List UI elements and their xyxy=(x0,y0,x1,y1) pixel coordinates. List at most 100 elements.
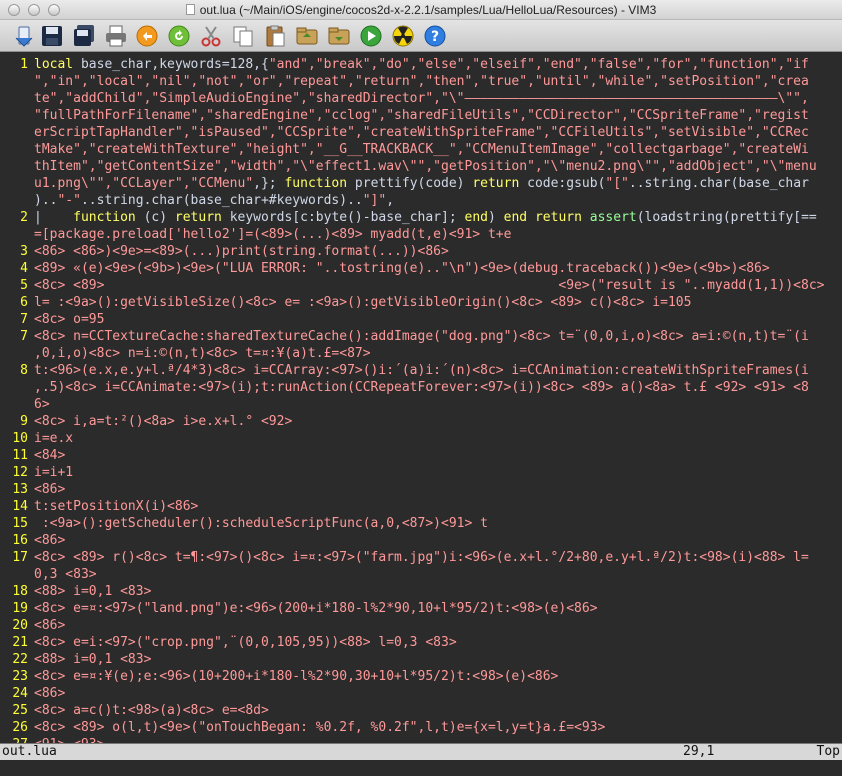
code-line[interactable]: 13 <86> xyxy=(0,481,842,498)
code-line[interactable]: 7 <8c> o=95 xyxy=(0,311,842,328)
code-line[interactable]: 27 <91> <93> xyxy=(0,736,842,743)
code-text: <86> xyxy=(34,617,842,634)
code-line[interactable]: 14 t:setPositionX(i)<86> xyxy=(0,498,842,515)
code-line[interactable]: 8 t:<96>(e.x,e.y+l.ª/4*3)<8c> i=CCArray:<… xyxy=(0,362,842,379)
code-token: return xyxy=(174,210,230,225)
code-line[interactable]: 16 <86> xyxy=(0,532,842,549)
code-text: i=e.x xyxy=(34,430,842,447)
code-line[interactable]: 6> xyxy=(0,396,842,413)
code-token: i=i+1 xyxy=(34,465,74,480)
line-number: 4 xyxy=(20,261,28,276)
code-line[interactable]: erScriptTapHandler","isPaused","CCSprite… xyxy=(0,124,842,141)
code-token: <86> xyxy=(34,533,66,548)
redo-icon[interactable] xyxy=(167,24,191,48)
code-line[interactable]: 4 <89> «(e)<9e>(<9b>)<9e>("LUA ERROR: "..… xyxy=(0,260,842,277)
code-line[interactable]: 2 | function (c) return keywords[c:byte()… xyxy=(0,209,842,226)
code-token: i=e.x xyxy=(34,431,74,446)
code-line[interactable]: 22 <88> i=0,1 <83> xyxy=(0,651,842,668)
save-session-icon[interactable] xyxy=(327,24,351,48)
code-text: <8c> n=CCTextureCache:sharedTextureCache… xyxy=(34,328,842,345)
code-text: =[package.preload['hello2']=(<89>(...)<8… xyxy=(34,226,842,243)
code-token: , xyxy=(386,193,402,208)
code-token: ,.5)<8c> i=CCAnimate:<97>(i);t:runAction… xyxy=(34,380,809,395)
cut-icon[interactable] xyxy=(199,24,223,48)
code-line[interactable]: 23 <8c> e=¤:¥(e);e:<96>(10+200+i*180-l%2*… xyxy=(0,668,842,685)
code-line[interactable]: 25 <8c> a=c()t:<98>(a)<8c> e=<8d> xyxy=(0,702,842,719)
code-text: 0,3 <83> xyxy=(34,566,842,583)
code-text: <88> i=0,1 <83> xyxy=(34,583,842,600)
code-text: <8c> e=i:<97>("crop.png",¨(0,0,105,95))<… xyxy=(34,634,842,651)
undo-icon[interactable] xyxy=(135,24,159,48)
line-number: 13 xyxy=(12,482,28,497)
code-line[interactable]: 3 <86> <86>)<9e>=<89>(...)print(string.fo… xyxy=(0,243,842,260)
code-line[interactable]: 24 <86> xyxy=(0,685,842,702)
help-icon[interactable]: ? xyxy=(423,24,447,48)
code-line[interactable]: 26 <8c> <89> o(l,t)<9e>("onTouchBegan: %0… xyxy=(0,719,842,736)
print-icon[interactable] xyxy=(104,24,128,48)
toolbar: ? xyxy=(0,20,842,52)
command-line[interactable] xyxy=(0,760,842,776)
code-line[interactable]: 7 <8c> n=CCTextureCache:sharedTextureCach… xyxy=(0,328,842,345)
code-line[interactable]: thItem","getContentSize","width","\"effe… xyxy=(0,158,842,175)
code-token: base_char,keywords=128,{ xyxy=(80,57,269,72)
code-line[interactable]: 12 i=i+1 xyxy=(0,464,842,481)
code-line[interactable]: ,.5)<8c> i=CCAnimate:<97>(i);t:runAction… xyxy=(0,379,842,396)
code-line[interactable]: 0,3 <83> xyxy=(0,566,842,583)
code-line[interactable]: tMake","createWithTexture","height","__G… xyxy=(0,141,842,158)
code-line[interactable]: u1.png\"","CCLayer","CCMenu",}; function… xyxy=(0,175,842,192)
code-line[interactable]: te","addChild","SimpleAudioEngine","shar… xyxy=(0,90,842,107)
code-line[interactable]: 21 <8c> e=i:<97>("crop.png",¨(0,0,105,95)… xyxy=(0,634,842,651)
code-line[interactable]: 15 :<9a>():getScheduler():scheduleScript… xyxy=(0,515,842,532)
line-number: 11 xyxy=(12,448,28,463)
code-text: ,0,i,o)<8c> n=i:©(n,t)<8c> t=¤:¥(a)t.£=<… xyxy=(34,345,842,362)
code-token: thItem","getContentSize","width","\"effe… xyxy=(34,159,817,174)
code-line[interactable]: 20 <86> xyxy=(0,617,842,634)
code-token: :<9a>():getScheduler():scheduleScriptFun… xyxy=(34,516,488,531)
code-text: i=i+1 xyxy=(34,464,842,481)
code-token: <84> xyxy=(34,448,66,463)
paste-icon[interactable] xyxy=(263,24,287,48)
make-icon[interactable] xyxy=(391,24,415,48)
code-token: keywords[c:byte()-base_char]; xyxy=(229,210,465,225)
code-token: <89> «(e)<9e>(<9b>)<9e>("LUA ERROR: "..t… xyxy=(34,261,770,276)
code-line[interactable]: 17 <8c> <89> r()<8c> t=¶:<97>()<8c> i=¤:<… xyxy=(0,549,842,566)
run-script-icon[interactable] xyxy=(359,24,383,48)
line-number: 9 xyxy=(20,414,28,429)
code-text: <8c> e=¤:¥(e);e:<96>(10+200+i*180-l%2*90… xyxy=(34,668,842,685)
code-text: local base_char,keywords=128,{"and","bre… xyxy=(34,56,842,73)
code-line[interactable]: 6 l= :<9a>():getVisibleSize()<8c> e= :<9a… xyxy=(0,294,842,311)
code-line[interactable]: 18 <88> i=0,1 <83> xyxy=(0,583,842,600)
code-token: u1.png\"","CCLayer","CCMenu" xyxy=(34,176,254,191)
code-line[interactable]: 5 <8c> <89> <9e>("result is "..myadd(1,1)… xyxy=(0,277,842,294)
line-number: 1 xyxy=(20,57,28,72)
code-text: thItem","getContentSize","width","\"effe… xyxy=(34,158,842,175)
line-number: 17 xyxy=(12,550,28,565)
line-number: 15 xyxy=(12,516,28,531)
code-line[interactable]: 11 <84> xyxy=(0,447,842,464)
code-token: function xyxy=(73,210,144,225)
code-token: te","addChild","SimpleAudioEngine","shar… xyxy=(34,91,809,106)
code-line[interactable]: ,0,i,o)<8c> n=i:©(n,t)<8c> t=¤:¥(a)t.£=<… xyxy=(0,345,842,362)
code-line[interactable]: 1 local base_char,keywords=128,{"and","br… xyxy=(0,56,842,73)
code-line[interactable]: ","in","local","nil","not","or","repeat"… xyxy=(0,73,842,90)
code-line[interactable]: =[package.preload['hello2']=(<89>(...)<8… xyxy=(0,226,842,243)
save-icon[interactable] xyxy=(40,24,64,48)
code-token: <8c> <89> <9e>("result is "..myadd(1,1))… xyxy=(34,278,825,293)
window-title-text: out.lua (~/Main/iOS/engine/cocos2d-x-2.2… xyxy=(199,3,657,17)
load-session-icon[interactable] xyxy=(295,24,319,48)
status-line: out.lua 29,1 Top xyxy=(0,743,842,760)
code-line[interactable]: 10 i=e.x xyxy=(0,430,842,447)
code-text: t:setPositionX(i)<86> xyxy=(34,498,842,515)
code-token: (c) xyxy=(143,210,175,225)
code-line[interactable]: 9 <8c> i,a=t:²()<8a> i>e.x+l.° <92> xyxy=(0,413,842,430)
copy-icon[interactable] xyxy=(231,24,255,48)
code-token: "[" xyxy=(605,176,629,191)
text-editor[interactable]: 1 local base_char,keywords=128,{"and","br… xyxy=(0,53,842,743)
code-token: | xyxy=(34,210,74,225)
open-icon[interactable] xyxy=(12,24,36,48)
save-all-icon[interactable] xyxy=(72,24,96,48)
code-line[interactable]: "fullPathForFilename","sharedEngine","cc… xyxy=(0,107,842,124)
code-line[interactable]: ).."-"..string.char(base_char+#keywords)… xyxy=(0,192,842,209)
code-token: 0,3 <83> xyxy=(34,567,97,582)
code-line[interactable]: 19 <8c> e=¤:<97>("land.png")e:<96>(200+i*… xyxy=(0,600,842,617)
